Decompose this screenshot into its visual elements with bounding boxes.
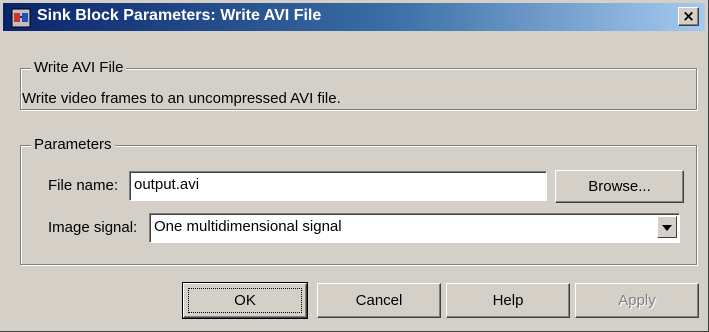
window-title: Sink Block Parameters: Write AVI File — [37, 7, 322, 24]
dialog-window: Sink Block Parameters: Write AVI File × … — [0, 0, 709, 332]
cancel-button[interactable]: Cancel — [317, 283, 441, 318]
image-signal-selected-value: One multidimensional signal — [154, 218, 342, 235]
apply-button-label: Apply — [618, 292, 656, 309]
help-button[interactable]: Help — [446, 283, 570, 318]
parameters-group-legend: Parameters — [31, 136, 115, 154]
ok-button[interactable]: OK — [182, 282, 308, 319]
parameters-group: Parameters — [20, 136, 697, 265]
image-signal-select[interactable]: One multidimensional signal — [149, 213, 680, 243]
apply-button[interactable]: Apply — [575, 283, 699, 318]
close-icon: × — [682, 7, 695, 25]
simulink-block-icon[interactable] — [11, 8, 31, 28]
description-group-legend: Write AVI File — [31, 59, 127, 77]
title-bar[interactable]: Sink Block Parameters: Write AVI File × — [3, 3, 705, 31]
browse-button-label: Browse... — [588, 178, 651, 195]
image-signal-label: Image signal: — [48, 219, 138, 236]
file-name-input[interactable]: output.avi — [129, 171, 547, 201]
file-name-label: File name: — [48, 177, 119, 194]
close-button[interactable]: × — [678, 7, 699, 26]
cancel-button-label: Cancel — [355, 292, 403, 309]
dropdown-arrow-button[interactable] — [657, 216, 677, 238]
focus-rectangle — [188, 288, 302, 313]
help-button-label: Help — [492, 292, 524, 309]
chevron-down-icon — [662, 225, 672, 231]
browse-button[interactable]: Browse... — [555, 170, 684, 203]
description-text: Write video frames to an uncompressed AV… — [22, 90, 341, 107]
